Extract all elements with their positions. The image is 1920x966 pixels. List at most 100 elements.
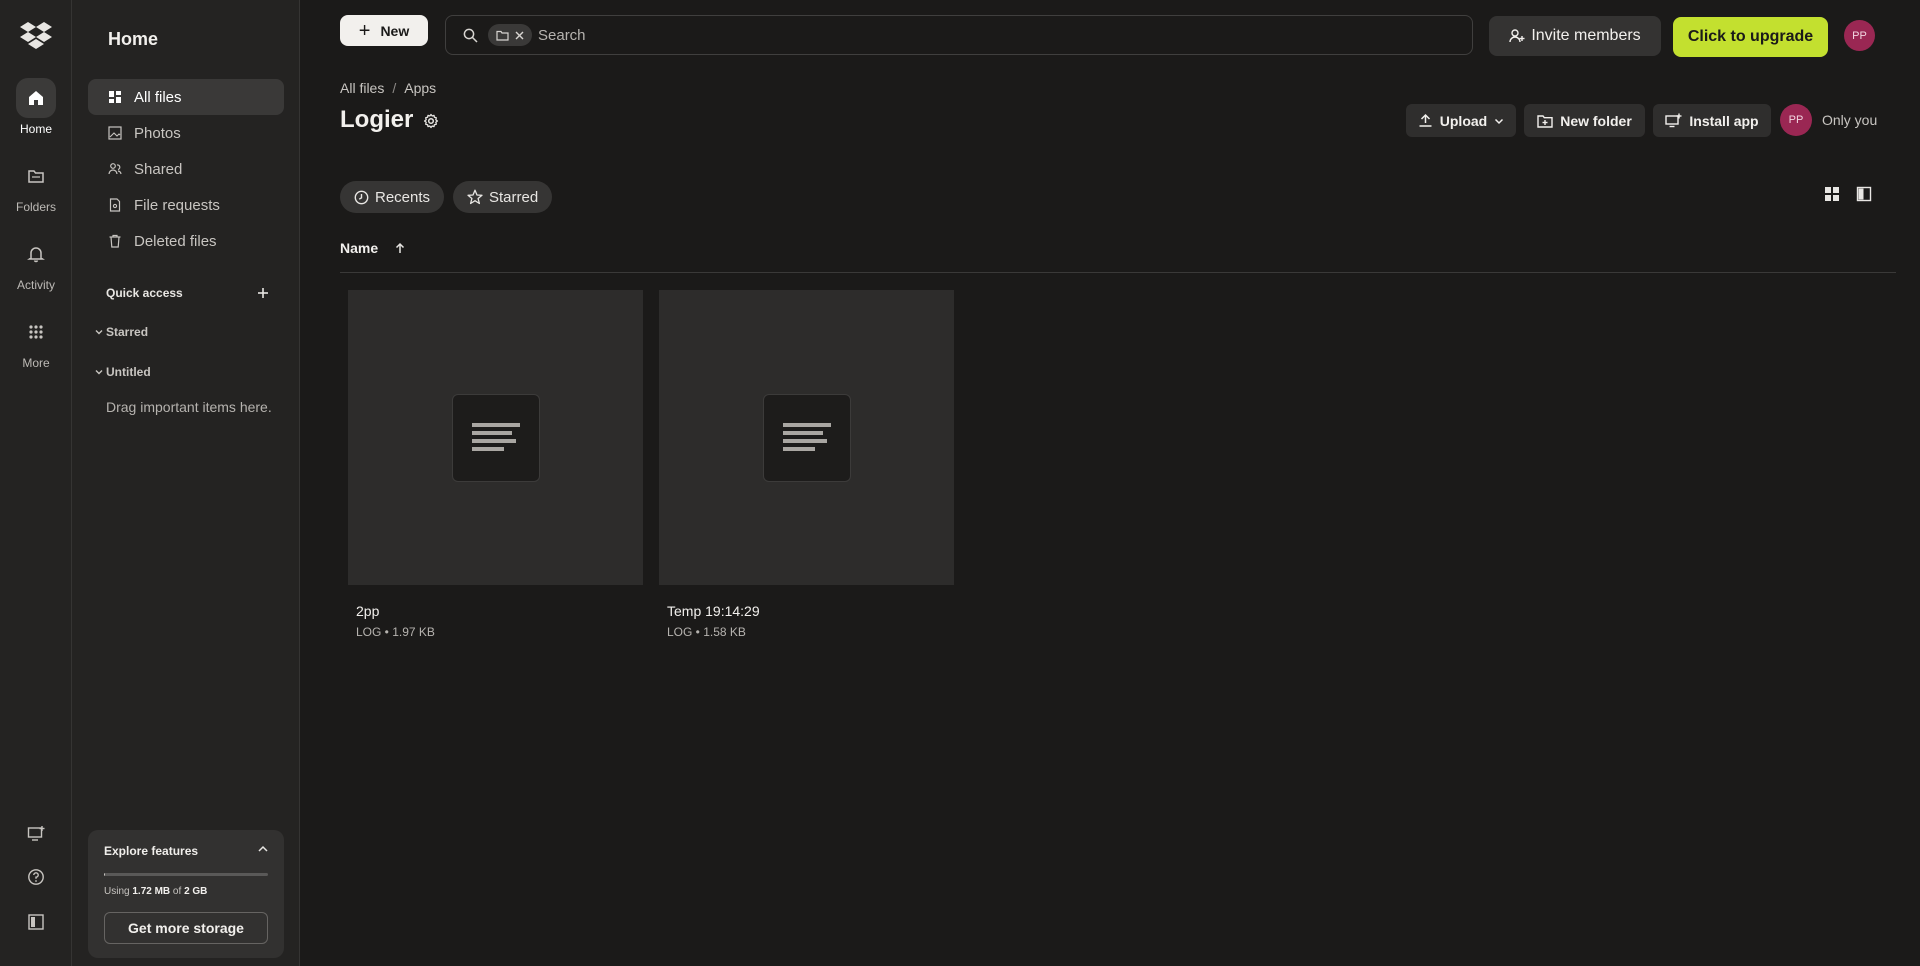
sidebar-item-shared[interactable]: Shared bbox=[88, 151, 284, 187]
explore-features-panel: Explore features Using 1.72 MB of 2 GB G… bbox=[88, 830, 284, 958]
sidebar-item-deleted-files[interactable]: Deleted files bbox=[88, 223, 284, 259]
folders-icon bbox=[16, 156, 56, 196]
grid-icon bbox=[16, 312, 56, 352]
starred-label: Starred bbox=[489, 188, 539, 206]
rail-item-label: Activity bbox=[16, 278, 55, 292]
new-button[interactable]: + New bbox=[340, 15, 428, 46]
sidebar-item-photos[interactable]: Photos bbox=[88, 115, 284, 151]
quick-access-hint: Drag important items here. bbox=[106, 399, 272, 415]
sidebar: Home All files Photos Shared File reques… bbox=[72, 0, 300, 966]
account-avatar[interactable]: PP bbox=[1844, 20, 1875, 51]
file-card[interactable]: 2pp LOG • 1.97 KB bbox=[348, 290, 643, 639]
install-app-button[interactable]: Install app bbox=[1653, 104, 1771, 137]
breadcrumb-item-all-files[interactable]: All files bbox=[340, 80, 384, 96]
quick-access-group-label: Starred bbox=[106, 325, 149, 339]
file-thumbnail bbox=[348, 290, 643, 585]
chevron-down-icon bbox=[92, 325, 106, 339]
upload-button[interactable]: Upload bbox=[1406, 104, 1516, 137]
storage-progress-bar bbox=[104, 873, 268, 876]
starred-filter-chip[interactable]: Starred bbox=[453, 181, 553, 213]
sidebar-title: Home bbox=[108, 29, 159, 49]
file-meta: LOG • 1.97 KB bbox=[356, 625, 435, 639]
document-icon bbox=[762, 393, 851, 482]
plus-icon: + bbox=[358, 19, 371, 42]
gear-icon bbox=[423, 113, 439, 129]
sidebar-item-all-files[interactable]: All files bbox=[88, 79, 284, 115]
plus-icon bbox=[258, 288, 268, 298]
get-more-storage-button[interactable]: Get more storage bbox=[104, 912, 268, 944]
all-files-icon bbox=[108, 90, 122, 104]
grid-view-icon bbox=[1825, 187, 1839, 201]
upload-label: Upload bbox=[1439, 112, 1488, 129]
file-request-icon bbox=[108, 198, 122, 212]
new-folder-button[interactable]: New folder bbox=[1524, 104, 1645, 137]
rail-item-home[interactable]: Home bbox=[0, 78, 72, 136]
add-person-icon bbox=[1509, 29, 1525, 43]
info-panel-toggle-button[interactable] bbox=[1852, 182, 1876, 206]
sidebar-toggle-icon[interactable] bbox=[24, 910, 48, 934]
new-folder-icon bbox=[1537, 114, 1553, 128]
breadcrumb: All files / Apps bbox=[340, 80, 436, 96]
column-header-name: Name bbox=[340, 240, 379, 256]
app-window: Home Folders Activity More Home All file… bbox=[0, 0, 1920, 966]
home-icon bbox=[16, 78, 56, 118]
panel-icon bbox=[1856, 186, 1872, 202]
breadcrumb-item-apps[interactable]: Apps bbox=[404, 80, 436, 96]
sidebar-item-label: All files bbox=[134, 88, 182, 106]
chevron-up-icon bbox=[258, 845, 268, 852]
recents-label: Recents bbox=[375, 188, 431, 206]
breadcrumb-separator: / bbox=[392, 80, 397, 96]
storage-usage-text: Using 1.72 MB of 2 GB bbox=[104, 886, 207, 897]
chevron-down-icon bbox=[1495, 118, 1504, 124]
sharing-status[interactable]: Only you bbox=[1822, 112, 1877, 128]
invite-members-label: Invite members bbox=[1531, 27, 1641, 44]
bell-icon bbox=[16, 234, 56, 274]
folder-settings-button[interactable] bbox=[421, 111, 441, 131]
install-app-label: Install app bbox=[1689, 112, 1759, 129]
close-icon[interactable] bbox=[515, 31, 524, 40]
install-desktop-icon bbox=[1665, 113, 1682, 128]
install-desktop-icon[interactable] bbox=[24, 822, 48, 846]
search-icon bbox=[462, 27, 478, 43]
search-scope-chip[interactable] bbox=[488, 24, 532, 46]
collapse-explore-button[interactable] bbox=[254, 840, 272, 858]
chevron-down-icon bbox=[92, 365, 106, 379]
grid-view-button[interactable] bbox=[1820, 182, 1844, 206]
upgrade-button[interactable]: Click to upgrade bbox=[1673, 17, 1828, 57]
shared-icon bbox=[108, 162, 122, 176]
shared-with-avatar[interactable]: PP bbox=[1780, 104, 1812, 136]
quick-access-group-untitled[interactable]: Untitled bbox=[92, 365, 151, 379]
arrow-up-icon bbox=[396, 242, 405, 253]
file-thumbnail bbox=[659, 290, 954, 585]
explore-features-title: Explore features bbox=[104, 844, 199, 858]
upload-icon bbox=[1419, 113, 1432, 127]
app-rail: Home Folders Activity More bbox=[0, 0, 72, 966]
rail-item-activity[interactable]: Activity bbox=[0, 234, 72, 292]
sidebar-item-label: Shared bbox=[134, 160, 183, 178]
new-folder-label: New folder bbox=[1560, 112, 1632, 129]
search-input[interactable] bbox=[538, 26, 1472, 44]
sidebar-item-file-requests[interactable]: File requests bbox=[88, 187, 284, 223]
file-card[interactable]: Temp 19:14:29 LOG • 1.58 KB bbox=[659, 290, 954, 639]
help-icon[interactable] bbox=[24, 865, 48, 889]
page-title: Logier bbox=[340, 106, 414, 133]
rail-item-folders[interactable]: Folders bbox=[0, 156, 72, 214]
dropbox-logo-icon[interactable] bbox=[19, 20, 53, 50]
rail-item-more[interactable]: More bbox=[0, 312, 72, 370]
quick-access-header: Quick access bbox=[106, 284, 272, 302]
quick-access-title: Quick access bbox=[106, 286, 183, 300]
quick-access-group-starred[interactable]: Starred bbox=[92, 325, 148, 339]
sidebar-item-label: File requests bbox=[134, 196, 220, 214]
search-bar[interactable] bbox=[445, 15, 1473, 55]
storage-total: 2 GB bbox=[184, 886, 208, 897]
rail-item-label: Folders bbox=[15, 200, 56, 214]
recents-filter-chip[interactable]: Recents bbox=[340, 181, 445, 213]
photo-icon bbox=[108, 126, 122, 140]
sidebar-item-label: Photos bbox=[134, 124, 181, 142]
invite-members-button[interactable]: Invite members bbox=[1489, 16, 1661, 56]
new-button-label: New bbox=[380, 22, 410, 39]
add-quick-access-button[interactable] bbox=[254, 284, 272, 302]
sort-by-name-header[interactable]: Name bbox=[340, 240, 406, 256]
storage-prefix: Using bbox=[104, 886, 133, 897]
storage-used: 1.72 MB bbox=[132, 886, 171, 897]
